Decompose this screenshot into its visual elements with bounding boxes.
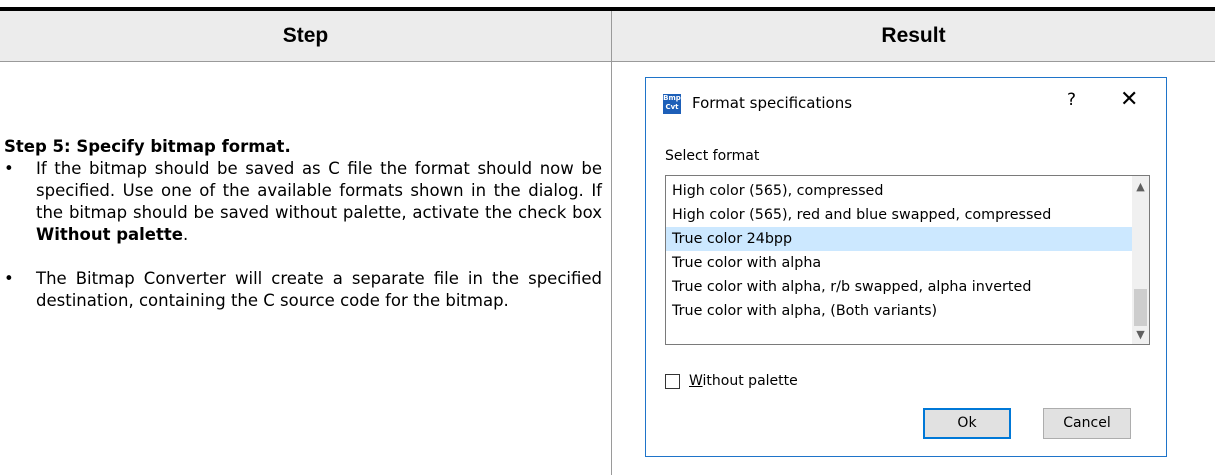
app-icon-text: Cvt: [665, 103, 679, 111]
cancel-button[interactable]: Cancel: [1043, 408, 1131, 439]
bullet-end: .: [182, 225, 189, 244]
scroll-down-arrow-icon[interactable]: ▼: [1132, 328, 1149, 341]
column-divider: [611, 11, 612, 475]
format-list-item[interactable]: True color with alpha: [666, 251, 1133, 275]
app-icon-text: Bmp: [663, 94, 681, 102]
header-divider: [0, 61, 1215, 62]
bullet-item: • The Bitmap Converter will create a sep…: [4, 268, 602, 312]
format-list-item[interactable]: True color with alpha, r/b swapped, alph…: [666, 275, 1133, 299]
bullet-text: If the bitmap should be saved as C file …: [36, 159, 602, 222]
without-palette-label[interactable]: Without palette: [689, 373, 798, 389]
help-button[interactable]: ?: [1067, 90, 1076, 110]
checkbox-label-rest: ithout palette: [702, 373, 798, 389]
format-listbox[interactable]: High color (565), compressed High color …: [665, 175, 1150, 345]
close-button[interactable]: ✕: [1120, 87, 1138, 112]
step-description: Step 5: Specify bitmap format. • If the …: [4, 136, 602, 312]
bullet-item: • If the bitmap should be saved as C fil…: [4, 158, 602, 246]
table-header-row: Step Result: [0, 11, 1215, 61]
format-list-item[interactable]: True color with alpha, (Both variants): [666, 299, 1133, 323]
bullet-symbol: •: [4, 269, 14, 288]
scroll-thumb[interactable]: [1134, 289, 1147, 326]
checkbox-mnemonic: W: [689, 373, 703, 389]
format-list-item-selected[interactable]: True color 24bpp: [666, 227, 1133, 251]
header-result: Result: [881, 24, 946, 47]
header-step: Step: [282, 24, 329, 47]
dialog-title: Format specifications: [692, 94, 853, 112]
listbox-scrollbar[interactable]: ▲ ▼: [1132, 176, 1149, 344]
format-list-item[interactable]: High color (565), red and blue swapped, …: [666, 203, 1133, 227]
scroll-up-arrow-icon[interactable]: ▲: [1132, 180, 1149, 193]
bitmap-converter-app-icon: Bmp Cvt: [663, 94, 681, 114]
format-list-item[interactable]: High color (565), compressed: [666, 179, 1133, 203]
select-format-label: Select format: [665, 148, 760, 164]
bullet-bold-text: Without palette: [36, 225, 183, 244]
ok-button[interactable]: Ok: [923, 408, 1011, 439]
bullet-text: The Bitmap Converter will create a separ…: [36, 269, 602, 310]
step-title: Step 5: Specify bitmap format.: [4, 137, 291, 156]
without-palette-checkbox[interactable]: [665, 374, 680, 389]
format-specifications-dialog: Bmp Cvt Format specifications ? ✕ Select…: [645, 77, 1167, 457]
bullet-symbol: •: [4, 159, 14, 178]
